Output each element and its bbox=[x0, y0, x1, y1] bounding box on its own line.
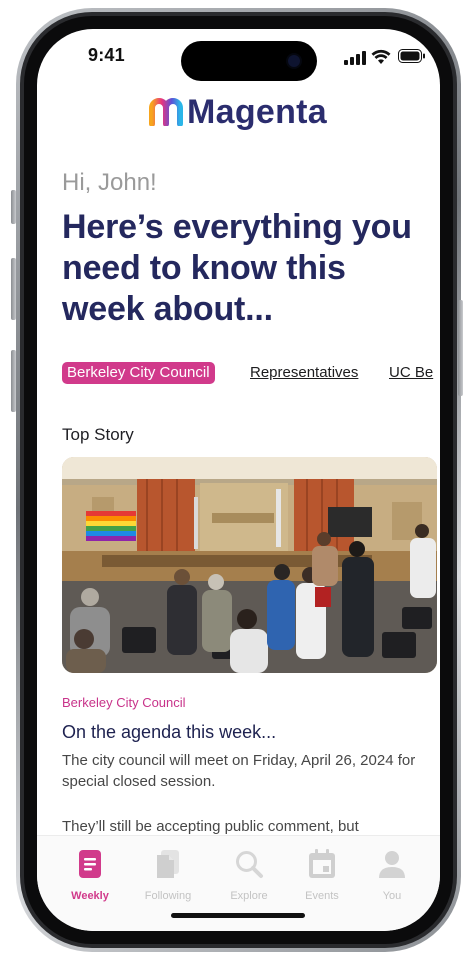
person-icon bbox=[377, 851, 407, 883]
story-kicker[interactable]: Berkeley City Council bbox=[62, 695, 186, 710]
wifi-icon bbox=[371, 49, 391, 70]
camera-icon bbox=[288, 55, 300, 67]
brand-name: Magenta bbox=[187, 93, 328, 131]
topic-tab-representatives[interactable]: Representatives bbox=[250, 364, 358, 381]
tab-following[interactable]: Following bbox=[133, 849, 203, 902]
status-time: 9:41 bbox=[88, 45, 125, 65]
page-headline: Here’s everything you need to know this … bbox=[62, 208, 412, 328]
topic-tab-berkeley-city-council[interactable]: Berkeley City Council bbox=[62, 362, 215, 384]
section-title-top-story: Top Story bbox=[62, 425, 134, 444]
pages-icon bbox=[155, 850, 181, 883]
battery-icon bbox=[398, 49, 426, 68]
tab-weekly[interactable]: Weekly bbox=[55, 849, 125, 902]
silent-switch bbox=[11, 190, 16, 224]
document-icon bbox=[78, 850, 102, 883]
screen: 9:41 Magenta Hi, John! Here’s everything… bbox=[37, 29, 440, 931]
home-indicator[interactable] bbox=[171, 913, 305, 918]
calendar-icon bbox=[308, 849, 336, 883]
story-body-continued: They’ll still be accepting public commen… bbox=[62, 818, 359, 835]
top-story-image[interactable] bbox=[62, 457, 437, 673]
tab-label-you: You bbox=[382, 890, 402, 902]
tab-label-following: Following bbox=[144, 890, 192, 902]
tab-label-events: Events bbox=[305, 890, 339, 902]
volume-down-button bbox=[11, 350, 16, 412]
topic-tab-uc-berkeley[interactable]: UC Be bbox=[389, 364, 433, 381]
story-summary: The city council will meet on Friday, Ap… bbox=[62, 752, 416, 790]
tab-you[interactable]: You bbox=[357, 849, 427, 902]
tab-label-weekly: Weekly bbox=[71, 890, 109, 902]
tab-explore[interactable]: Explore bbox=[214, 849, 284, 902]
dynamic-island bbox=[181, 41, 317, 81]
story-title[interactable]: On the agenda this week... bbox=[62, 722, 276, 743]
greeting: Hi, John! bbox=[62, 169, 157, 196]
tab-events[interactable]: Events bbox=[287, 849, 357, 902]
signal-icon bbox=[344, 51, 366, 70]
magenta-logo-icon bbox=[148, 94, 184, 131]
search-icon bbox=[234, 851, 264, 883]
power-button bbox=[458, 300, 463, 396]
volume-up-button bbox=[11, 258, 16, 320]
tab-label-explore: Explore bbox=[230, 890, 268, 902]
